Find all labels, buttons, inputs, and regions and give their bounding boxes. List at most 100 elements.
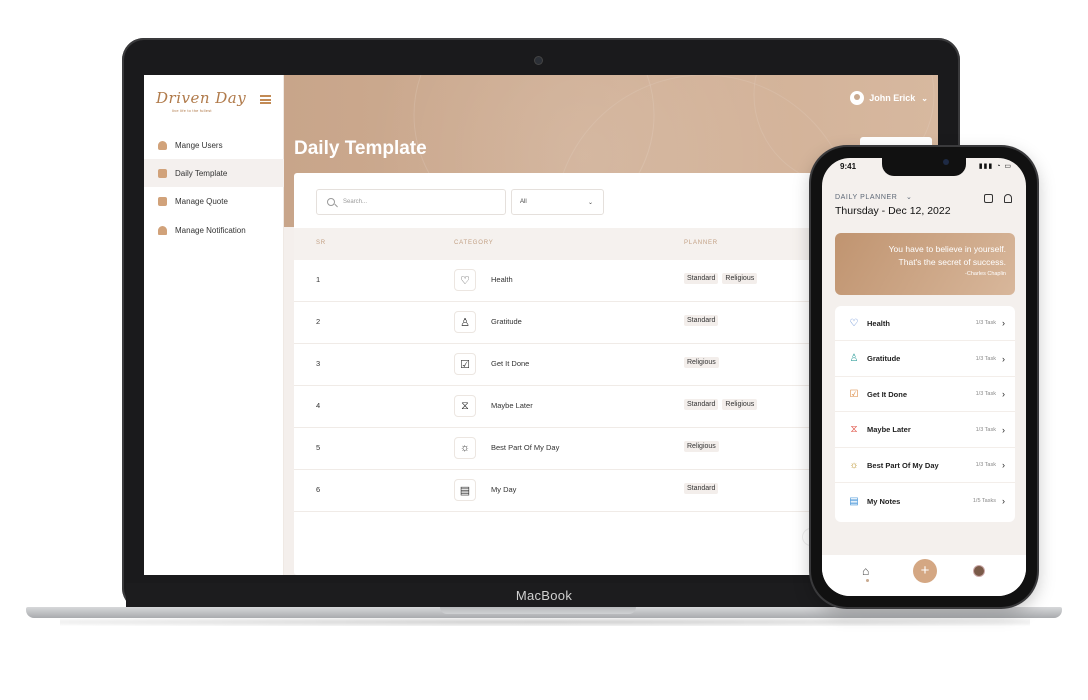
task-item[interactable]: ▤ My Notes 1/5 Tasks › bbox=[835, 484, 1015, 519]
task-name: Maybe Later bbox=[867, 425, 911, 434]
row-category: Best Part Of My Day bbox=[491, 443, 560, 452]
task-icon: ☑ bbox=[849, 388, 859, 400]
planner-tag: Standard bbox=[684, 399, 719, 410]
column-header-planner: Planner bbox=[684, 240, 718, 246]
planner-date: Thursday - Dec 12, 2022 bbox=[835, 205, 951, 217]
task-icon: ♡ bbox=[849, 317, 859, 329]
quote-line-2: That's the secret of success. bbox=[898, 257, 1006, 267]
category-icon: ⧖ bbox=[454, 395, 476, 417]
category-icon: ☑ bbox=[454, 353, 476, 375]
row-category: Health bbox=[491, 275, 513, 284]
row-planner-tags: Religious bbox=[684, 441, 723, 452]
task-count: 1/3 Task bbox=[975, 462, 996, 468]
planner-tag: Religious bbox=[722, 273, 758, 284]
row-sr: 1 bbox=[316, 275, 321, 284]
chevron-right-icon: › bbox=[1002, 496, 1005, 506]
task-name: My Notes bbox=[867, 496, 901, 506]
bell-icon[interactable] bbox=[1004, 194, 1012, 203]
task-icon: ♙ bbox=[849, 353, 859, 364]
row-sr: 3 bbox=[316, 359, 321, 368]
laptop-camera bbox=[535, 57, 542, 64]
sidebar: Driven Day live life to the fullest Mang… bbox=[144, 75, 284, 575]
page-title: Daily Template bbox=[294, 138, 427, 159]
planner-tag: Religious bbox=[722, 399, 758, 410]
phone-notch bbox=[882, 158, 966, 176]
planner-tag: Standard bbox=[684, 273, 719, 284]
task-icon: ☼ bbox=[849, 459, 859, 471]
sidebar-item-label: Manage Quote bbox=[175, 196, 228, 206]
row-category: Gratitude bbox=[491, 317, 522, 326]
task-count: 1/3 Task bbox=[975, 426, 996, 433]
search-placeholder: Search... bbox=[343, 199, 368, 205]
user-name: John Erick bbox=[869, 93, 916, 103]
sidebar-item-label: Mange Users bbox=[175, 140, 223, 150]
category-icon: ☼ bbox=[454, 437, 476, 459]
planner-filter-select[interactable]: All ⌄ bbox=[511, 189, 604, 215]
category-icon: ♡ bbox=[454, 269, 476, 291]
laptop-base-notch bbox=[440, 607, 636, 614]
chevron-down-icon: ⌄ bbox=[587, 199, 593, 206]
task-name: Best Part Of My Day bbox=[867, 460, 939, 470]
chevron-right-icon: › bbox=[1002, 460, 1005, 470]
logo-tagline: live life to the fullest bbox=[172, 108, 212, 113]
laptop-shadow bbox=[60, 618, 1030, 626]
task-count: 1/3 Task bbox=[975, 355, 996, 362]
row-sr: 6 bbox=[316, 485, 321, 494]
chevron-down-icon: ⌄ bbox=[921, 93, 928, 103]
row-category: Maybe Later bbox=[491, 401, 533, 410]
sidebar-item-manage-quote[interactable]: Manage Quote bbox=[144, 187, 284, 215]
hamburger-menu-icon[interactable] bbox=[260, 95, 271, 104]
task-item[interactable]: ☑ Get It Done 1/3 Task › bbox=[835, 377, 1015, 412]
task-list: ♡ Health 1/3 Task › ♙ Gratitude 1/3 Task › ☑ Get … bbox=[835, 306, 1015, 522]
sidebar-item-daily-template[interactable]: Daily Template bbox=[144, 159, 284, 187]
avatar-icon bbox=[850, 91, 865, 105]
quote-line-1: You have to believe in yourself. bbox=[888, 244, 1006, 254]
planner-tag: Religious bbox=[684, 441, 719, 452]
chevron-right-icon: › bbox=[1002, 424, 1005, 435]
sidebar-item-manage-notification[interactable]: Manage Notification bbox=[144, 216, 284, 244]
chevron-right-icon: › bbox=[1002, 318, 1005, 328]
row-planner-tags: Standard Religious bbox=[684, 399, 761, 410]
planner-tag: Religious bbox=[684, 357, 719, 368]
row-planner-tags: Standard bbox=[684, 315, 722, 326]
planner-tag: Standard bbox=[684, 483, 719, 494]
user-menu[interactable]: John Erick ⌄ bbox=[850, 91, 928, 105]
task-name: Gratitude bbox=[867, 354, 901, 363]
scene: MacBook Driven Day live life to the full… bbox=[0, 0, 1088, 700]
task-count: 1/3 Task bbox=[975, 320, 996, 326]
column-header-category: Category bbox=[454, 240, 494, 246]
chevron-right-icon: › bbox=[1002, 389, 1005, 399]
quote-author: -Charles Chaplin bbox=[965, 271, 1006, 277]
sidebar-item-label: Manage Notification bbox=[175, 225, 246, 235]
task-item[interactable]: ♡ Health 1/3 Task › bbox=[835, 306, 1015, 341]
phone-camera bbox=[943, 159, 949, 165]
task-count: 1/3 Task bbox=[975, 391, 996, 397]
task-icon: ⧖ bbox=[850, 424, 858, 435]
search-icon bbox=[327, 198, 335, 206]
add-button[interactable]: + bbox=[913, 559, 937, 583]
task-item[interactable]: ♙ Gratitude 1/3 Task › bbox=[835, 342, 1015, 377]
active-tab-dot bbox=[866, 579, 869, 582]
row-planner-tags: Religious bbox=[684, 357, 723, 368]
phone-screen: 9:41 ▮▮▮ ◔ ▭ DAILY PLANNER ⌄ Thursday - … bbox=[822, 158, 1026, 596]
filter-value: All bbox=[520, 199, 527, 205]
row-sr: 2 bbox=[316, 317, 321, 326]
row-planner-tags: Standard bbox=[684, 483, 722, 494]
task-item[interactable]: ☼ Best Part Of My Day 1/3 Task › bbox=[835, 448, 1015, 483]
home-icon[interactable]: ⌂ bbox=[862, 564, 869, 578]
search-input[interactable]: Search... bbox=[316, 189, 506, 215]
user-icon bbox=[158, 140, 167, 150]
category-icon: ▤ bbox=[454, 479, 476, 501]
task-item[interactable]: ⧖ Maybe Later 1/3 Task › bbox=[835, 413, 1015, 448]
row-sr: 5 bbox=[316, 443, 321, 452]
calendar-icon[interactable] bbox=[984, 194, 993, 203]
category-icon: ♙ bbox=[454, 311, 476, 333]
bell-icon bbox=[158, 225, 167, 235]
chevron-down-icon: ⌄ bbox=[905, 194, 913, 201]
sidebar-item-label: Daily Template bbox=[175, 168, 228, 178]
profile-avatar[interactable] bbox=[973, 565, 985, 577]
planner-selector[interactable]: DAILY PLANNER ⌄ bbox=[835, 193, 912, 201]
logo[interactable]: Driven Day bbox=[156, 89, 246, 107]
task-name: Get It Done bbox=[867, 389, 908, 399]
sidebar-item-manage-users[interactable]: Mange Users bbox=[144, 131, 284, 159]
